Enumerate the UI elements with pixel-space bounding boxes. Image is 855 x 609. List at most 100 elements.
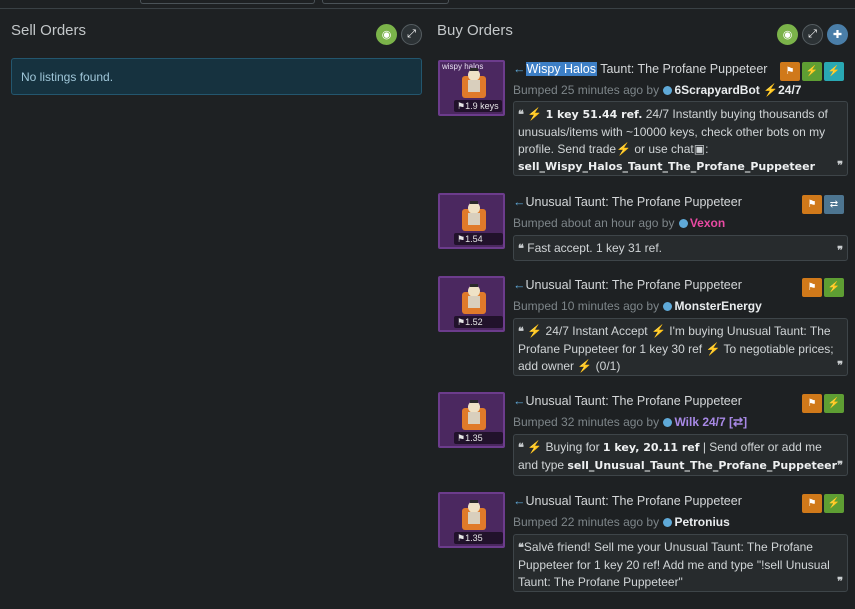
buy-expand-button[interactable]: ⤢ [802,24,823,45]
item-thumbnail[interactable]: ⚑1.35 keys [438,392,505,448]
lightning-icon: ⚡ [805,66,819,77]
listing-actions: ⚑ ⚡ [802,494,844,513]
buy-arrow-icon: ← [513,195,526,209]
user-link[interactable]: Vexon [690,216,725,230]
comment-command: sell_Wispy_Halos_Taunt_The_Profane_Puppe… [518,160,816,173]
instant-trade-button[interactable]: ⚡ [802,62,822,81]
online-status-icon [663,418,673,427]
send-offer-button[interactable]: ⇄ [824,195,844,214]
buy-arrow-icon: ← [513,394,526,408]
price-value: 1.9 keys [465,101,499,111]
bumped-text: Bumped 10 minutes ago by [513,299,660,313]
instant-trade-button[interactable]: ⚡ [824,278,844,297]
comment-price: 1 key, 20.11 ref [602,441,700,454]
eye-icon: ◉ [381,29,392,41]
buy-arrow-icon: ← [513,494,526,508]
puppeteer-item-image [462,400,486,430]
instant-trade-button[interactable]: ⚡ [824,494,844,513]
listing-title-highlight: Wispy Halos [525,62,597,76]
report-button[interactable]: ⚑ [780,62,800,81]
listing-comment: ❝ ⚡ Buying for 1 key, 20.11 ref | Send o… [513,434,848,476]
listing-title[interactable]: ←Wispy Halos Taunt: The Profane Puppetee… [513,62,767,76]
quote-end-icon: ❞ [837,245,843,257]
comment-text: Salvē friend! Sell me your Unusual Taunt… [518,540,830,589]
listing-comment: ❝ ⚡ 1 key 51.44 ref. 24/7 Instantly buyi… [513,101,848,176]
listing-actions: ⚑ ⚡ [802,394,844,413]
puppeteer-item-image [462,284,486,314]
lightning-icon: ⚡ [827,498,841,509]
user-link[interactable]: Petronius [674,515,729,529]
sell-toggle-visibility-button[interactable]: ◉ [376,24,397,45]
plus-icon: ✚ [832,29,843,41]
lightning-icon: ⚡ [527,440,543,454]
quote-end-icon: ❞ [837,576,843,588]
bumped-text: Bumped 32 minutes ago by [513,415,660,429]
comment-text: (0/1) [592,359,621,373]
price-tag: ⚑1.35 keys [454,532,503,546]
lightning-icon: ⚡ [616,142,632,156]
bumped-info: Bumped 25 minutes ago by 6ScrapyardBot ⚡… [513,83,801,97]
bumped-text: Bumped 25 minutes ago by [513,83,660,97]
price-tag: ⚑1.54 keys [454,233,503,247]
sell-orders-panel: Sell Orders ◉ ⤢ No listings found. [0,10,430,609]
listing-title-text: Unusual Taunt: The Profane Puppeteer [525,394,742,408]
comment-text: Fast accept. 1 key 31 ref. [527,241,662,255]
listing-actions: ⚑ ⚡ [802,278,844,297]
flag-icon: ⚑ [807,398,817,409]
online-status-icon [663,86,673,95]
comment-price: 1 key 51.44 ref. [545,108,643,121]
listing-title[interactable]: ←Unusual Taunt: The Profane Puppeteer [513,494,742,508]
trade-offer-button[interactable]: ⚡ [824,62,844,81]
item-thumbnail[interactable]: ⚑1.52 keys [438,276,505,332]
listing-title-text: Taunt: The Profane Puppeteer [596,62,768,76]
user-name: 6ScrapyardBot [674,83,760,97]
quote-icon: ❝ [518,442,524,454]
expand-icon: ⤢ [808,28,817,40]
report-button[interactable]: ⚑ [802,394,822,413]
lightning-icon: ⚡ [827,398,841,409]
flag-icon: ⚑ [785,66,795,77]
report-button[interactable]: ⚑ [802,494,822,513]
sell-orders-title: Sell Orders [11,22,87,39]
lightning-icon: ⚡ [705,342,721,356]
add-buy-order-button[interactable]: ✚ [827,24,848,45]
user-link[interactable]: 6ScrapyardBot ⚡24/7 [674,83,801,97]
user-link[interactable]: Wilk 24/7 [⇄] [674,415,747,429]
buy-orders-panel: Buy Orders ◉ ⤢ ✚ wispy halos ⚑1.9 keys ←… [430,10,855,609]
top-toolbar [0,0,855,9]
user-link[interactable]: MonsterEnergy [674,299,761,313]
comment-text: or use chat [631,142,694,156]
report-button[interactable]: ⚑ [802,278,822,297]
listing-actions: ⚑ ⇄ [802,195,844,214]
lightning-icon: ⚡ [650,324,666,338]
listing-title-text: Unusual Taunt: The Profane Puppeteer [525,278,742,292]
comment-command: sell_Unusual_Taunt_The_Profane_Puppeteer [567,459,838,472]
listing-title[interactable]: ←Unusual Taunt: The Profane Puppeteer [513,195,742,209]
listing-title[interactable]: ←Unusual Taunt: The Profane Puppeteer [513,394,742,408]
top-filter-input[interactable] [140,0,315,4]
flag-icon: ⚑ [807,282,817,293]
instant-trade-button[interactable]: ⚡ [824,394,844,413]
listing-title-text: Unusual Taunt: The Profane Puppeteer [525,195,742,209]
lightning-icon: ⚡ [527,107,543,121]
item-thumbnail[interactable]: wispy halos ⚑1.9 keys [438,60,505,116]
online-status-icon [663,518,673,527]
tag-icon: ⚑ [457,317,466,327]
buy-arrow-icon: ← [513,278,526,292]
bumped-info: Bumped 32 minutes ago by Wilk 24/7 [⇄] [513,415,747,429]
item-thumbnail[interactable]: ⚑1.35 keys [438,492,505,548]
report-button[interactable]: ⚑ [802,195,822,214]
comment-text: : [705,142,709,156]
item-thumbnail[interactable]: ⚑1.54 keys [438,193,505,249]
tag-icon: ⚑ [457,101,466,111]
top-filter-select[interactable] [322,0,449,4]
puppeteer-item-image [462,68,486,98]
sell-expand-button[interactable]: ⤢ [401,24,422,45]
lightning-icon: ⚡ [527,324,543,338]
user-suffix: 24/7 [778,83,802,97]
buy-toggle-visibility-button[interactable]: ◉ [777,24,798,45]
quote-icon: ❝ [518,326,524,338]
listing-title[interactable]: ←Unusual Taunt: The Profane Puppeteer [513,278,742,292]
comment-text: Buying for [542,440,603,454]
bumped-info: Bumped about an hour ago by Vexon [513,216,725,230]
